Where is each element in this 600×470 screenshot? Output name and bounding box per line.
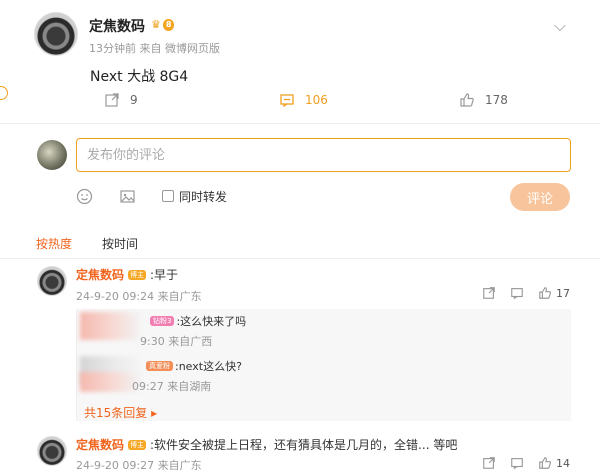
comment-button[interactable]: 106 xyxy=(279,92,328,108)
like-button[interactable]: 178 xyxy=(459,92,508,108)
author-avatar[interactable] xyxy=(34,12,78,56)
divider xyxy=(0,123,600,124)
my-avatar xyxy=(37,140,67,170)
chevron-down-icon[interactable]: ⌵ xyxy=(554,16,566,36)
like-icon xyxy=(460,93,474,107)
composer-tools: 同时转发 xyxy=(76,186,227,206)
reply-line: 真爱粉 :next这么快? xyxy=(146,358,242,374)
tab-sort-hot[interactable]: 按热度 xyxy=(36,235,72,252)
comment-text: :软件安全被提上日程，还有猜具体是几月的，全错... 等吧 xyxy=(150,438,458,452)
comment-meta: 24-9-20 09:27 来自广东 xyxy=(76,459,202,470)
repost-button[interactable]: 9 xyxy=(104,92,138,108)
comment-icon[interactable] xyxy=(510,456,524,470)
comment-icon xyxy=(280,94,294,108)
comment-like-count: 17 xyxy=(556,286,570,300)
post-meta: 13分钟前 来自 微博网页版 xyxy=(89,42,220,55)
reply-meta: 9:30 来自广西 xyxy=(140,335,213,348)
comment-author[interactable]: 定焦数码 xyxy=(76,266,124,283)
vip-badge[interactable]: ♛ 8 xyxy=(151,18,175,31)
vip-level: 8 xyxy=(162,18,175,31)
forward-label: 同时转发 xyxy=(179,189,228,204)
more-replies-link[interactable]: 共15条回复 ▸ xyxy=(84,404,157,421)
author-badge: 博主 xyxy=(128,269,147,280)
divider xyxy=(0,258,600,259)
reply-text: :next这么快? xyxy=(175,360,242,373)
author-badge: 博主 xyxy=(128,439,147,450)
forward-checkbox[interactable] xyxy=(162,190,174,202)
reply-meta: 09:27 来自湖南 xyxy=(132,380,212,393)
comment-count: 106 xyxy=(305,93,328,107)
repost-icon[interactable] xyxy=(482,286,496,300)
image-icon[interactable] xyxy=(119,188,136,205)
repost-icon[interactable] xyxy=(482,456,496,470)
post-text: Next 大战 8G4 xyxy=(90,69,189,85)
reply-line: 钻粉3 :这么快来了吗 xyxy=(150,313,246,329)
comment-icon[interactable] xyxy=(510,286,524,300)
fan-badge: 真爱粉 xyxy=(146,361,173,371)
comment-avatar[interactable] xyxy=(37,266,67,296)
tab-sort-time[interactable]: 按时间 xyxy=(102,235,138,252)
reply-avatar-blurred xyxy=(80,372,140,392)
comment-like-count: 14 xyxy=(556,456,570,470)
comment-meta: 24-9-20 09:24 来自广东 xyxy=(76,290,202,303)
comment-actions: 17 xyxy=(482,286,570,300)
more-replies-label: 共15条回复 xyxy=(84,406,148,420)
comment-input[interactable] xyxy=(76,138,571,172)
emoji-icon[interactable] xyxy=(76,188,93,205)
reply-avatar-blurred xyxy=(80,312,140,340)
crown-icon: ♛ xyxy=(151,18,161,31)
fan-badge: 钻粉3 xyxy=(150,316,175,326)
post-actions: 9 106 178 xyxy=(0,92,600,114)
comment-author[interactable]: 定焦数码 xyxy=(76,436,124,453)
like-icon[interactable] xyxy=(538,286,552,300)
like-icon[interactable] xyxy=(538,456,552,470)
submit-comment-button[interactable]: 评论 xyxy=(510,183,570,211)
chevron-right-icon: ▸ xyxy=(151,406,158,420)
comment-line: 定焦数码 博主 :软件安全被提上日程，还有猜具体是几月的，全错... 等吧 xyxy=(76,436,457,453)
comment-avatar[interactable] xyxy=(37,436,67,466)
reply-text: :这么快来了吗 xyxy=(176,315,247,328)
like-count: 178 xyxy=(485,93,508,107)
repost-icon xyxy=(105,93,119,107)
post-header: 定焦数码 ♛ 8 13分钟前 来自 微博网页版 ⌵ xyxy=(34,12,594,60)
repost-count: 9 xyxy=(130,93,138,107)
author-name[interactable]: 定焦数码 xyxy=(89,16,145,36)
comment-line: 定焦数码 博主 :早于 xyxy=(76,266,178,283)
sort-tabs: 按热度 按时间 xyxy=(36,235,138,252)
comment-text: :早于 xyxy=(150,268,179,282)
comment-actions: 14 xyxy=(482,456,570,470)
